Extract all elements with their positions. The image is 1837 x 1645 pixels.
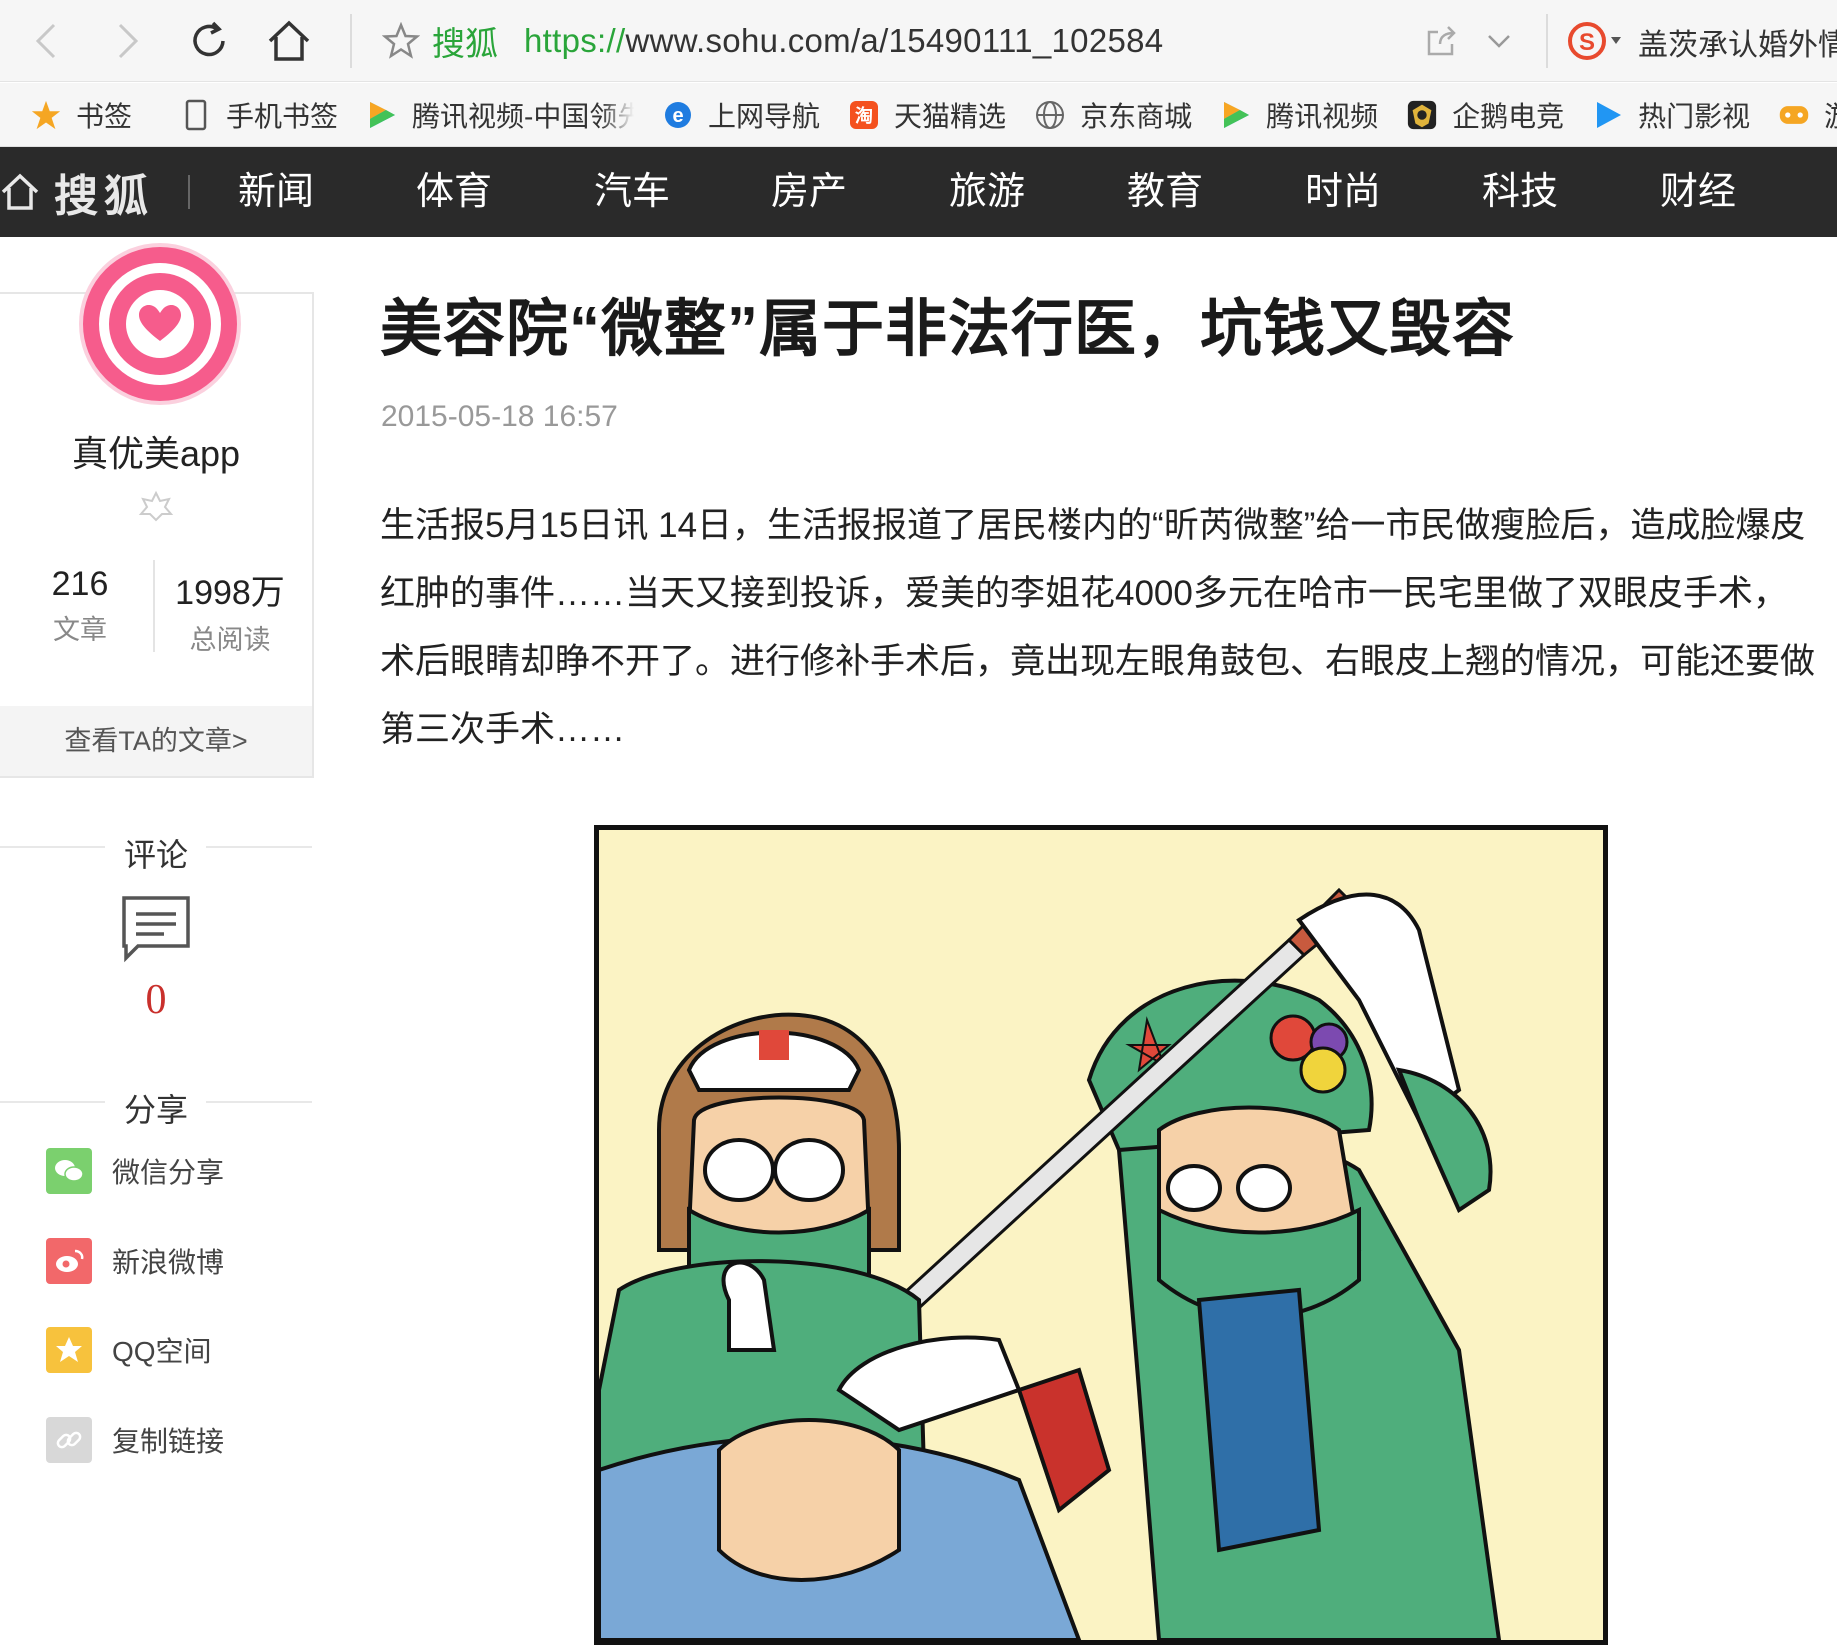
author-name[interactable]: 真优美app — [0, 425, 312, 477]
tencent-video-icon — [366, 99, 398, 131]
article-body: 生活报5月15日讯 14日，生活报报道了居民楼内的“昕芮微整”给一市民做瘦脸后，… — [380, 506, 1816, 749]
globe-icon — [1034, 99, 1066, 131]
bookmark-item[interactable]: 淘 天猫精选 — [834, 83, 1020, 146]
article-comic-image — [594, 825, 1608, 1645]
bookmark-item[interactable]: 腾讯视频-中国领先 — [352, 83, 648, 146]
nav-item-tech[interactable]: 科技 — [1482, 147, 1558, 237]
qzone-icon — [46, 1327, 92, 1373]
bookmarks-bar: 书签 手机书签 腾讯视频-中国领先 e 上网导航 淘 天猫精选 京东商城 腾讯视… — [0, 83, 1837, 147]
nav-item-news[interactable]: 新闻 — [238, 147, 314, 237]
play-icon — [1592, 99, 1624, 131]
stat-divider — [153, 560, 155, 652]
news-ticker[interactable]: 盖茨承认婚外情 — [1638, 20, 1837, 64]
url-scheme: https:// — [524, 22, 626, 59]
nav-item-finance[interactable]: 财经 — [1660, 147, 1736, 237]
site-nav: 搜狐 新闻 体育 汽车 房产 旅游 教育 时尚 科技 财经 — [0, 147, 1837, 237]
heart-target-icon — [99, 263, 221, 385]
share-title: 分享 — [123, 1092, 188, 1128]
browser-toolbar: 搜狐 https://www.sohu.com/a/15490111_10258… — [0, 0, 1837, 82]
bookmark-label: 腾讯视频-中国领先 — [412, 100, 635, 132]
stat-reads: 1998万 总阅读 — [160, 565, 300, 657]
svg-text:S: S — [1579, 29, 1595, 56]
taobao-icon: 淘 — [848, 99, 880, 131]
bookmark-label: 企鹅电竞 — [1452, 100, 1565, 132]
svg-text:e: e — [672, 105, 683, 127]
sohu-logo[interactable]: 搜狐 — [0, 165, 154, 221]
bookmark-star-icon[interactable] — [381, 21, 421, 65]
bookmark-item[interactable]: 企鹅电竞 — [1392, 83, 1578, 146]
bookmark-item[interactable]: e 上网导航 — [648, 83, 834, 146]
url-path: www.sohu.com/a/15490111_102584 — [625, 22, 1164, 59]
home-icon[interactable] — [262, 14, 316, 68]
articles-label: 文章 — [53, 615, 107, 645]
url-text[interactable]: https://www.sohu.com/a/15490111_102584 — [524, 22, 1163, 60]
bookmark-label: 游戏 — [1824, 95, 1837, 135]
bookmark-label: 热门影视 — [1638, 100, 1751, 132]
comic-illustration — [599, 830, 1603, 1640]
link-icon — [46, 1417, 92, 1463]
share-wechat[interactable]: 微信分享 — [46, 1146, 224, 1196]
share-label: 新浪微博 — [112, 1247, 225, 1278]
home-icon — [1, 173, 39, 210]
penguin-esports-icon — [1406, 99, 1438, 131]
phone-icon — [180, 99, 212, 131]
comment-count[interactable]: 0 — [0, 976, 312, 1024]
share-label: 复制链接 — [112, 1426, 225, 1457]
wechat-icon — [46, 1148, 92, 1194]
star-icon — [30, 99, 62, 131]
reads-count: 1998万 — [175, 574, 285, 612]
refresh-icon[interactable] — [182, 14, 236, 68]
nav-item-fashion[interactable]: 时尚 — [1305, 147, 1381, 237]
gamepad-icon — [1778, 99, 1810, 131]
bookmark-label: 手机书签 — [226, 100, 339, 132]
site-name: 搜狐 — [432, 25, 498, 62]
tencent-video-icon — [1220, 99, 1252, 131]
address-bar[interactable]: 搜狐 https://www.sohu.com/a/15490111_10258… — [372, 10, 1163, 72]
bookmark-label: 腾讯视频 — [1266, 100, 1379, 132]
bookmark-label: 京东商城 — [1080, 100, 1193, 132]
share-page-icon[interactable] — [1414, 14, 1468, 68]
nav-item-realestate[interactable]: 房产 — [771, 147, 847, 237]
logo-divider — [188, 175, 190, 209]
share-label: 微信分享 — [112, 1157, 225, 1188]
bookmark-item[interactable]: 手机书签 — [166, 83, 352, 146]
nav-item-travel[interactable]: 旅游 — [949, 147, 1025, 237]
forward-icon[interactable] — [100, 14, 154, 68]
avatar[interactable] — [79, 243, 241, 405]
bookmark-item[interactable]: 腾讯视频 — [1206, 83, 1392, 146]
toolbar-divider — [350, 14, 352, 68]
back-icon[interactable] — [20, 14, 74, 68]
bookmark-label: 上网导航 — [708, 100, 821, 132]
bookmark-label: 天猫精选 — [894, 100, 1007, 132]
bookmark-label: 书签 — [76, 100, 133, 132]
comments-title: 评论 — [123, 837, 188, 873]
reads-label: 总阅读 — [189, 625, 271, 655]
stat-articles: 216 文章 — [30, 565, 130, 647]
bookmark-item[interactable]: 京东商城 — [1020, 83, 1206, 146]
article-title: 美容院“微整”属于非法行医，坑钱又毁容 — [380, 295, 1516, 364]
share-label: QQ空间 — [112, 1336, 212, 1367]
nav-item-sports[interactable]: 体育 — [416, 147, 492, 237]
view-articles-link[interactable]: 查看TA的文章> — [0, 706, 312, 776]
articles-count: 216 — [51, 565, 109, 603]
chevron-down-icon[interactable] — [1472, 14, 1526, 68]
weibo-icon — [46, 1238, 92, 1284]
svg-text:淘: 淘 — [855, 105, 873, 127]
share-copy-link[interactable]: 复制链接 — [46, 1415, 224, 1465]
bookmark-item[interactable]: 书签 — [0, 83, 146, 146]
nav-item-education[interactable]: 教育 — [1127, 147, 1203, 237]
author-badge-icon — [138, 489, 174, 528]
share-weibo[interactable]: 新浪微博 — [46, 1236, 224, 1286]
comment-icon[interactable] — [120, 894, 192, 969]
bookmark-item[interactable]: 热门影视 — [1578, 83, 1764, 146]
toolbar-divider-2 — [1546, 14, 1548, 68]
bookmark-item[interactable]: 游戏 — [1764, 83, 1837, 146]
article-date: 2015-05-18 16:57 — [381, 400, 618, 433]
sogou-search-icon[interactable]: S — [1560, 14, 1630, 68]
ie-icon: e — [662, 99, 694, 131]
share-qzone[interactable]: QQ空间 — [46, 1325, 212, 1375]
logo-text: 搜狐 — [54, 172, 154, 221]
nav-item-auto[interactable]: 汽车 — [594, 147, 670, 237]
